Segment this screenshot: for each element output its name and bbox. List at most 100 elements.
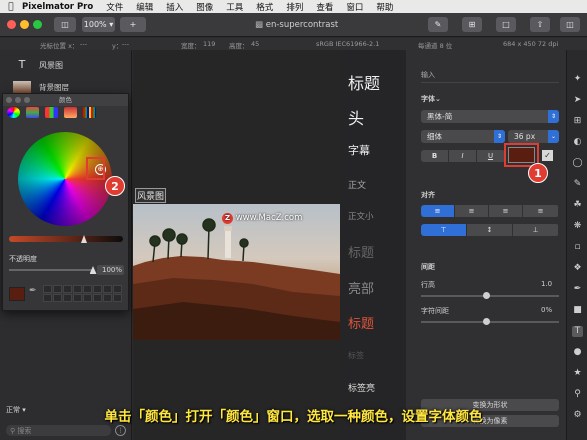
preset-item[interactable]: 字幕: [348, 142, 370, 158]
char-spacing-slider-knob[interactable]: [483, 318, 490, 325]
align-middle-button[interactable]: ↕: [467, 224, 513, 236]
crop-button[interactable]: ⊞: [462, 17, 482, 32]
layer-row-text[interactable]: T 风景图: [0, 54, 132, 76]
preset-item[interactable]: 标题: [348, 242, 374, 261]
close-window-button[interactable]: [7, 20, 16, 29]
menu-view[interactable]: 查看: [316, 1, 333, 13]
preset-item[interactable]: 正文小: [348, 210, 374, 222]
align-left-button[interactable]: ≡: [421, 205, 455, 217]
preset-item[interactable]: 标题: [348, 313, 374, 332]
crop-icon[interactable]: ⊞: [572, 116, 583, 127]
zoom-select[interactable]: 100% ▾: [82, 17, 115, 32]
shape-icon[interactable]: ■: [572, 305, 583, 316]
zoom-window-button[interactable]: [24, 97, 30, 103]
opacity-slider[interactable]: [9, 269, 93, 271]
minimize-window-button[interactable]: [20, 20, 29, 29]
inspector-toggle-button[interactable]: ◫: [560, 17, 580, 32]
canvas-area[interactable]: 风景图: [133, 50, 340, 440]
menu-help[interactable]: 帮助: [376, 1, 393, 13]
color-window-titlebar[interactable]: 颜色: [3, 94, 128, 106]
export-button[interactable]: □: [496, 17, 516, 32]
clone-icon[interactable]: ❖: [572, 263, 583, 274]
menu-insert[interactable]: 插入: [166, 1, 183, 13]
current-color-swatch[interactable]: [9, 287, 25, 301]
font-section-label[interactable]: 字体⌄: [421, 94, 441, 104]
font-weight-select[interactable]: 细体 ⇕: [421, 130, 505, 143]
font-family-select[interactable]: 黑体-简 ⇕: [421, 110, 559, 123]
eyedropper-icon[interactable]: ✒: [29, 286, 37, 296]
menu-format[interactable]: 格式: [256, 1, 273, 13]
text-effects-icon[interactable]: ✓: [542, 150, 553, 161]
swatch-slot[interactable]: [53, 294, 62, 302]
swatch-slot[interactable]: [113, 294, 122, 302]
landscape-photo[interactable]: [133, 204, 340, 340]
bold-button[interactable]: B: [421, 150, 449, 162]
add-button[interactable]: +: [120, 17, 146, 32]
layers-search-field[interactable]: ⚲ 搜索: [6, 425, 111, 436]
char-spacing-value[interactable]: 0%: [541, 306, 552, 314]
minimize-window-button[interactable]: [15, 97, 21, 103]
line-height-slider[interactable]: [421, 295, 559, 297]
paint-bucket-icon[interactable]: ☘: [572, 200, 583, 211]
swatch-slot[interactable]: [93, 285, 102, 293]
swatch-slot[interactable]: [73, 294, 82, 302]
pointer-icon[interactable]: ➤: [572, 95, 583, 106]
preset-item[interactable]: 标签亮: [348, 381, 375, 394]
swatch-slot[interactable]: [73, 285, 82, 293]
star-icon[interactable]: ★: [572, 368, 583, 379]
menu-edit[interactable]: 编辑: [136, 1, 153, 13]
image-palettes-tab[interactable]: [64, 107, 77, 118]
color-adjust-icon[interactable]: ◐: [572, 137, 583, 148]
brush-icon[interactable]: ✎: [572, 179, 583, 190]
preset-item[interactable]: 头: [348, 105, 364, 129]
preset-item[interactable]: 正文: [348, 178, 366, 191]
share-button[interactable]: ⇧: [530, 17, 550, 32]
color-palettes-tab[interactable]: [45, 107, 58, 118]
swatch-slot[interactable]: [93, 294, 102, 302]
selection-icon[interactable]: ◯: [572, 158, 583, 169]
type-tool-icon[interactable]: T: [572, 326, 583, 337]
swatch-slot[interactable]: [63, 294, 72, 302]
line-height-slider-knob[interactable]: [483, 292, 490, 299]
font-size-field[interactable]: 36 px ⌄: [508, 130, 559, 143]
menu-arrange[interactable]: 排列: [286, 1, 303, 13]
swatch-slot[interactable]: [43, 285, 52, 293]
effects-icon[interactable]: ●: [572, 347, 583, 358]
menu-file[interactable]: 文件: [106, 1, 123, 13]
line-height-value[interactable]: 1.0: [541, 280, 552, 288]
align-center-button[interactable]: ≡: [455, 205, 489, 217]
zoom-icon[interactable]: ⚲: [572, 389, 583, 400]
swatch-slot[interactable]: [83, 294, 92, 302]
swatch-slot[interactable]: [53, 285, 62, 293]
layer-options-icon[interactable]: ⋮: [115, 425, 126, 436]
swatch-slot[interactable]: [103, 294, 112, 302]
color-sliders-tab[interactable]: [26, 107, 39, 118]
swatch-slot[interactable]: [63, 285, 72, 293]
zoom-window-button[interactable]: [33, 20, 42, 29]
apple-icon[interactable]: : [0, 2, 22, 12]
eraser-icon[interactable]: ▫: [572, 242, 583, 253]
opacity-value-field[interactable]: 100%: [97, 265, 124, 275]
pen-tool-button[interactable]: ✎: [428, 17, 448, 32]
align-right-button[interactable]: ≡: [489, 205, 523, 217]
preset-item[interactable]: 标题: [348, 70, 380, 94]
swatch-slot[interactable]: [83, 285, 92, 293]
brightness-slider[interactable]: [9, 236, 123, 242]
char-spacing-slider[interactable]: [421, 321, 559, 323]
preset-item[interactable]: 标签: [348, 350, 364, 361]
align-top-button[interactable]: ⊤: [421, 224, 467, 236]
app-menu[interactable]: Pixelmator Pro: [22, 2, 93, 12]
italic-button[interactable]: I: [449, 150, 477, 162]
align-bottom-button[interactable]: ⊥: [513, 224, 559, 236]
sidebar-toggle-button[interactable]: ◫: [54, 17, 76, 32]
retouch-icon[interactable]: ❋: [572, 221, 583, 232]
close-window-button[interactable]: [6, 97, 12, 103]
menu-window[interactable]: 窗口: [346, 1, 363, 13]
preset-item[interactable]: 亮部: [348, 278, 374, 297]
menu-image[interactable]: 图像: [196, 1, 213, 13]
color-wheel-tab[interactable]: [7, 107, 20, 118]
pen-icon[interactable]: ✒: [572, 284, 583, 295]
menu-tools[interactable]: 工具: [226, 1, 243, 13]
swatch-slot[interactable]: [43, 294, 52, 302]
text-layer-bounding-box[interactable]: 风景图: [135, 188, 167, 203]
